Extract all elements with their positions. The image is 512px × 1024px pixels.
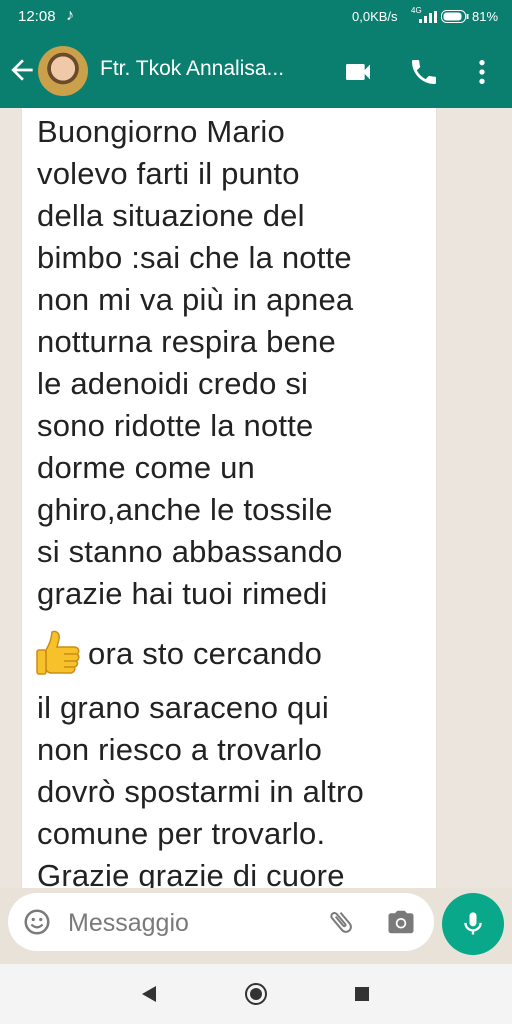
thumbs-up-emoji [36,628,82,678]
message-line: dorme come un [37,450,255,485]
message-line: si stanno abbassando [37,534,343,569]
message-bubble[interactable]: Buongiorno Mario volevo farti il punto d… [22,108,436,888]
paperclip-icon[interactable] [326,907,356,937]
signal-icon [419,10,437,27]
message-line: ghiro,anche le tossile [37,492,333,527]
phone-icon[interactable] [408,56,440,88]
status-time: 12:08 [18,8,56,25]
message-line: le adenoidi credo si [37,366,309,401]
battery-icon [441,10,469,27]
message-line: ora sto cercando [88,636,323,671]
message-input[interactable] [66,905,320,941]
message-line: Grazie grazie di cuore [37,858,345,888]
chat-area[interactable]: Buongiorno Mario volevo farti il punto d… [0,108,512,888]
message-line: Buongiorno Mario [37,114,285,149]
network-speed: 0,0KB/s [352,9,398,24]
chat-header: Ftr. Tkok Annalisa... [0,34,512,108]
message-line: notturna respira bene [37,324,336,359]
nav-back-icon[interactable] [140,984,158,1009]
avatar[interactable] [38,46,88,96]
video-call-icon[interactable] [342,56,374,88]
message-line: grazie hai tuoi rimedi [37,576,328,611]
tiktok-icon: ♪ [66,7,74,24]
message-composer [8,893,434,951]
contact-name[interactable]: Ftr. Tkok Annalisa... [100,57,322,81]
message-line: dovrò spostarmi in altro [37,774,364,809]
microphone-button[interactable] [442,893,504,955]
microphone-icon [464,912,482,935]
nav-recent-icon[interactable] [354,986,370,1007]
message-line: sono ridotte la notte [37,408,314,443]
battery-percent: 81% [472,9,499,24]
arrow-back-icon[interactable] [6,54,38,86]
nav-home-icon[interactable] [244,982,268,1011]
message-line: il grano saraceno qui [37,690,329,725]
message-line: non mi va più in apnea [37,282,354,317]
system-nav-bar [0,964,512,1024]
more-vert-icon[interactable] [466,56,498,88]
message-line: della situazione del [37,198,305,233]
emoji-icon[interactable] [22,907,52,937]
message-line: comune per trovarlo. [37,816,326,851]
message-line: bimbo :sai che la notte [37,240,352,275]
message-line: non riesco a trovarlo [37,732,323,767]
message-line: volevo farti il punto [37,156,300,191]
camera-icon[interactable] [386,907,416,937]
status-bar: 12:08 ♪ 0,0KB/s 4G 81% [0,0,512,34]
